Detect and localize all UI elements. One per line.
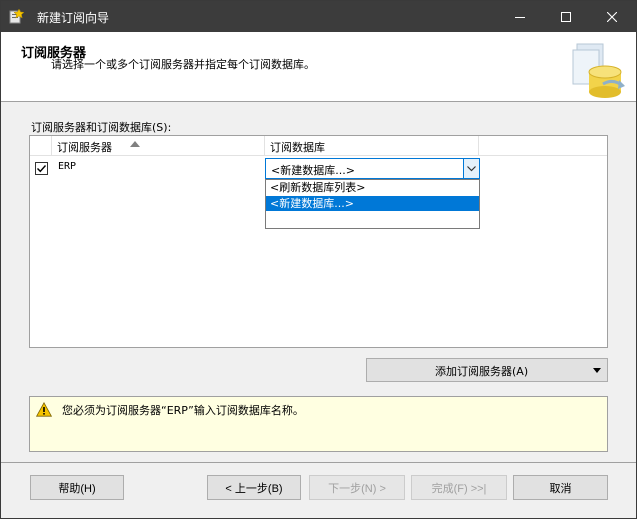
subscribers-grid: 订阅服务器 订阅数据库 ERP <新建数据库...> <box>29 135 608 348</box>
dropdown-option-refresh[interactable]: <刷新数据库列表> <box>266 180 479 195</box>
close-icon <box>607 11 617 22</box>
dropdown-arrow-icon <box>593 368 601 373</box>
grid-header: 订阅服务器 订阅数据库 <box>30 136 607 156</box>
window-title: 新建订阅向导 <box>37 11 110 25</box>
wizard-window: 新建订阅向导 订阅服务器 请选择一个或多个订阅服务器并指定每个订阅数据库。 订阅… <box>0 0 637 519</box>
message-panel: 您必须为订阅服务器“ERP”输入订阅数据库名称。 <box>29 396 608 452</box>
database-subscribe-icon <box>569 38 629 100</box>
column-header-subscriber[interactable]: 订阅服务器 <box>52 136 265 156</box>
footer-divider <box>1 462 636 463</box>
combo-dropdown-button[interactable] <box>463 159 479 178</box>
maximize-icon <box>561 11 571 22</box>
chevron-down-icon <box>467 165 476 171</box>
checkmark-icon <box>37 165 47 173</box>
help-button[interactable]: 帮助(H) <box>30 475 124 500</box>
wizard-header: 订阅服务器 请选择一个或多个订阅服务器并指定每个订阅数据库。 <box>1 32 636 102</box>
subscription-database-combo[interactable]: <新建数据库...> <box>265 158 480 179</box>
dropdown-option-new-database[interactable]: <新建数据库...> <box>266 196 479 211</box>
title-bar[interactable]: 新建订阅向导 <box>1 1 636 32</box>
database-dropdown-list: <刷新数据库列表> <新建数据库...> <box>265 179 480 229</box>
back-button[interactable]: < 上一步(B) <box>207 475 301 500</box>
subscribers-section-label: 订阅服务器和订阅数据库(S): <box>31 121 172 134</box>
wizard-app-icon <box>9 8 25 24</box>
validation-message: 您必须为订阅服务器“ERP”输入订阅数据库名称。 <box>62 404 304 417</box>
combo-value: <新建数据库...> <box>271 164 355 177</box>
column-header-label: 订阅服务器 <box>57 141 112 154</box>
add-subscriber-button[interactable]: 添加订阅服务器(A) <box>366 358 608 382</box>
table-row[interactable]: ERP <新建数据库...> <box>30 157 607 179</box>
minimize-button[interactable] <box>497 1 543 32</box>
subscriber-name: ERP <box>58 161 77 172</box>
minimize-icon <box>515 16 525 18</box>
warning-icon <box>35 401 53 417</box>
column-header-database[interactable]: 订阅数据库 <box>265 136 479 156</box>
finish-button[interactable]: 完成(F) >>| <box>411 475 507 500</box>
column-header-label: 订阅数据库 <box>270 141 325 154</box>
close-button[interactable] <box>589 1 635 32</box>
add-subscriber-label: 添加订阅服务器(A) <box>435 365 529 378</box>
page-subtitle: 请选择一个或多个订阅服务器并指定每个订阅数据库。 <box>51 58 315 71</box>
sort-ascending-icon <box>130 141 140 147</box>
subscriber-checkbox[interactable] <box>35 162 48 175</box>
maximize-button[interactable] <box>543 1 589 32</box>
checkbox-column-header <box>30 136 52 156</box>
cancel-button[interactable]: 取消 <box>513 475 608 500</box>
next-button[interactable]: 下一步(N) > <box>309 475 405 500</box>
